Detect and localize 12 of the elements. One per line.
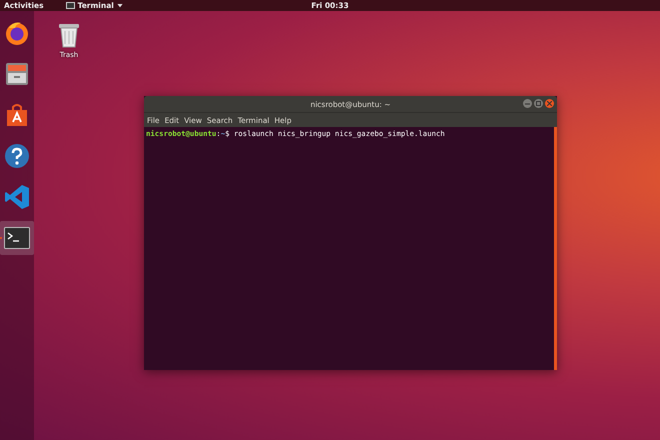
minimize-button[interactable] — [523, 99, 532, 108]
close-button[interactable] — [545, 99, 554, 108]
maximize-icon — [536, 101, 541, 106]
close-icon — [547, 101, 552, 106]
maximize-button[interactable] — [534, 99, 543, 108]
running-indicator — [0, 237, 2, 239]
caret-icon — [116, 4, 123, 8]
minimize-icon — [525, 101, 530, 106]
terminal-icon — [66, 2, 75, 9]
terminal-icon[interactable] — [4, 227, 30, 249]
dock-item[interactable] — [0, 221, 34, 255]
trash-icon[interactable] — [58, 22, 80, 48]
